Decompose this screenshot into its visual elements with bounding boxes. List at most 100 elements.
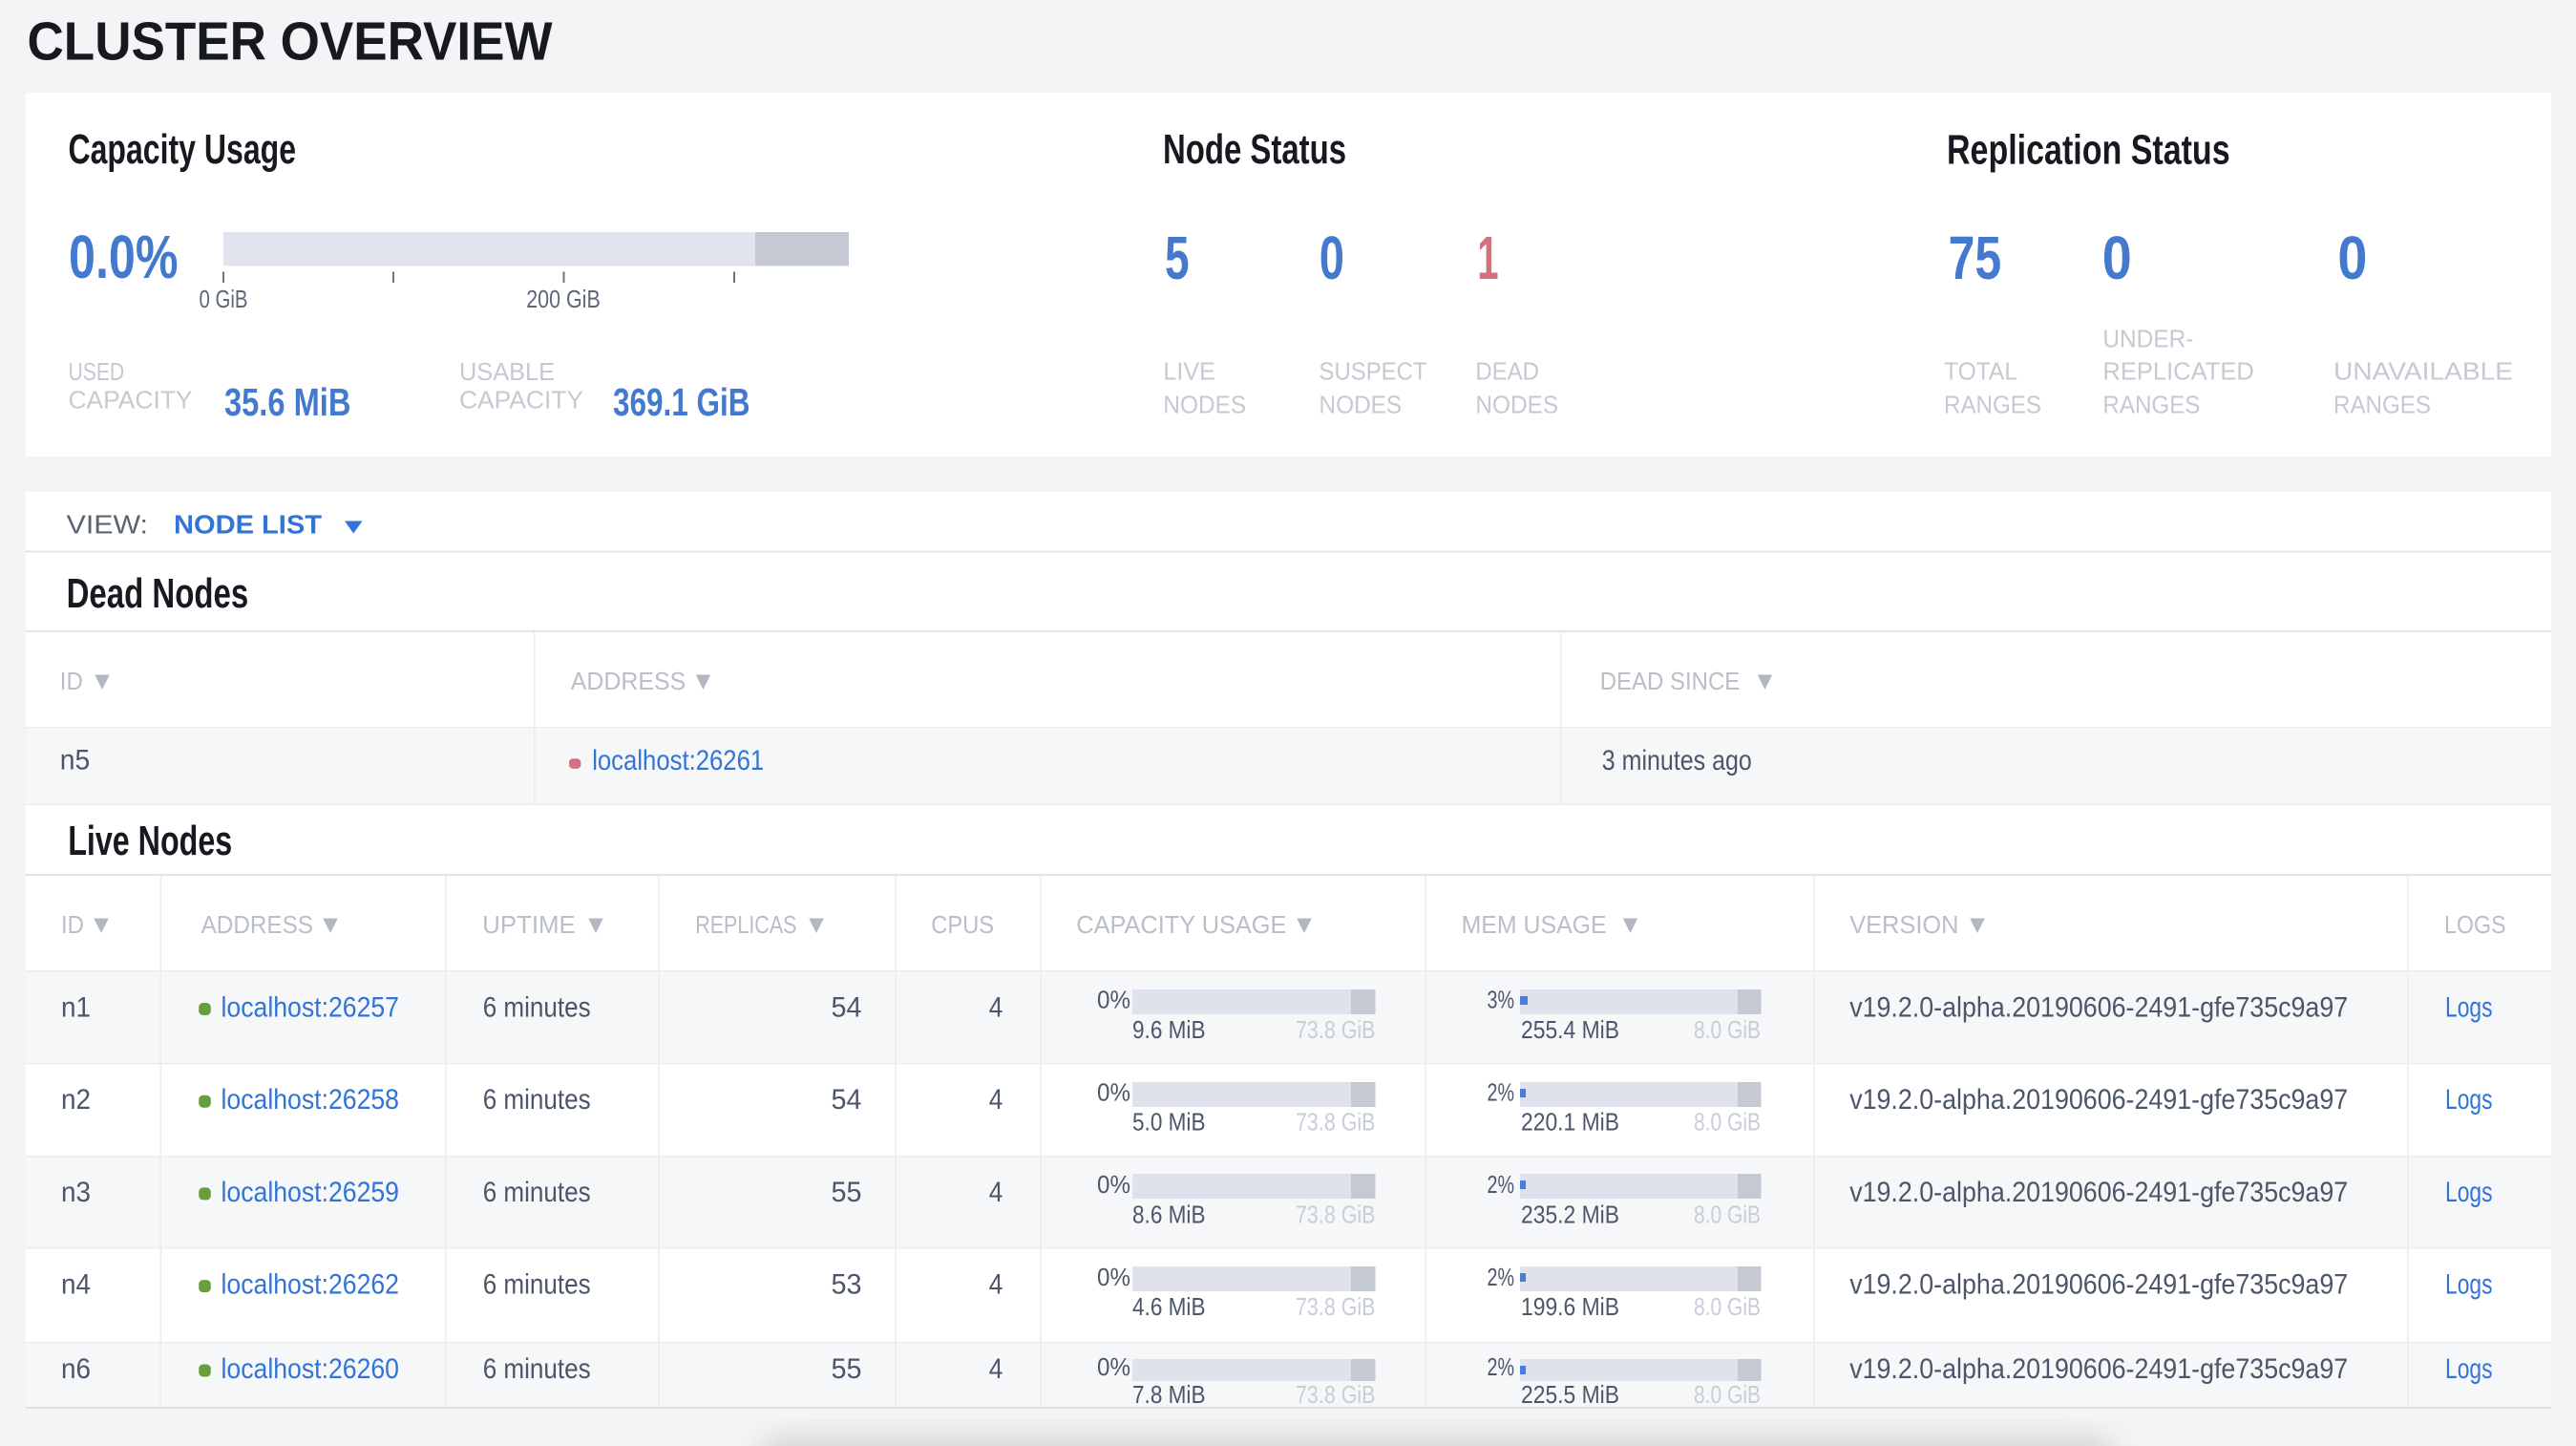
svg-text:n4: n4 bbox=[61, 1269, 91, 1301]
svg-text:54: 54 bbox=[832, 992, 862, 1024]
svg-text:NODE LIST: NODE LIST bbox=[174, 510, 322, 540]
svg-text:7.8 MiB: 7.8 MiB bbox=[1132, 1380, 1206, 1409]
svg-text:v19.2.0-alpha.20190606-2491-gf: v19.2.0-alpha.20190606-2491-gfe735c9a97 bbox=[1849, 1353, 2348, 1385]
svg-text:localhost:26258: localhost:26258 bbox=[222, 1084, 400, 1116]
svg-text:6 minutes: 6 minutes bbox=[483, 1269, 591, 1301]
svg-text:5.0 MiB: 5.0 MiB bbox=[1132, 1108, 1206, 1137]
svg-text:ADDRESS: ADDRESS bbox=[201, 910, 313, 939]
svg-text:55: 55 bbox=[832, 1177, 862, 1208]
svg-text:CAPACITY USAGE: CAPACITY USAGE bbox=[1076, 910, 1286, 939]
svg-text:VIEW:: VIEW: bbox=[67, 510, 148, 540]
svg-text:6 minutes: 6 minutes bbox=[483, 1084, 591, 1116]
svg-text:Logs: Logs bbox=[2445, 1177, 2493, 1208]
svg-text:0%: 0% bbox=[1097, 1170, 1130, 1199]
svg-text:LIVE: LIVE bbox=[1163, 356, 1215, 385]
svg-text:UNDER-: UNDER- bbox=[2102, 325, 2193, 353]
svg-text:VERSION: VERSION bbox=[1849, 910, 1958, 939]
svg-text:CAPACITY: CAPACITY bbox=[69, 386, 193, 415]
svg-text:0: 0 bbox=[2102, 223, 2132, 292]
svg-text:9.6 MiB: 9.6 MiB bbox=[1132, 1015, 1206, 1044]
svg-text:ID: ID bbox=[61, 910, 84, 939]
svg-text:35.6 MiB: 35.6 MiB bbox=[224, 380, 350, 424]
svg-text:MEM USAGE: MEM USAGE bbox=[1462, 910, 1607, 939]
svg-text:UPTIME: UPTIME bbox=[482, 910, 575, 939]
svg-text:localhost:26261: localhost:26261 bbox=[592, 745, 764, 776]
svg-text:v19.2.0-alpha.20190606-2491-gf: v19.2.0-alpha.20190606-2491-gfe735c9a97 bbox=[1849, 992, 2348, 1024]
svg-text:CLUSTER OVERVIEW: CLUSTER OVERVIEW bbox=[28, 11, 553, 73]
svg-text:0%: 0% bbox=[1097, 1077, 1130, 1106]
svg-text:TOTAL: TOTAL bbox=[1944, 356, 2017, 385]
svg-text:RANGES: RANGES bbox=[2102, 391, 2200, 419]
svg-text:Node Status: Node Status bbox=[1163, 126, 1346, 173]
svg-text:REPLICATED: REPLICATED bbox=[2102, 356, 2253, 385]
svg-text:4.6 MiB: 4.6 MiB bbox=[1132, 1292, 1206, 1321]
svg-text:3 minutes ago: 3 minutes ago bbox=[1602, 745, 1752, 776]
svg-text:n5: n5 bbox=[60, 745, 91, 776]
svg-text:0%: 0% bbox=[1097, 986, 1130, 1014]
svg-text:v19.2.0-alpha.20190606-2491-gf: v19.2.0-alpha.20190606-2491-gfe735c9a97 bbox=[1849, 1269, 2348, 1301]
svg-text:DEAD: DEAD bbox=[1475, 356, 1539, 385]
svg-text:n3: n3 bbox=[61, 1177, 91, 1208]
svg-text:0.0%: 0.0% bbox=[69, 223, 179, 291]
svg-text:73.8 GiB: 73.8 GiB bbox=[1296, 1015, 1376, 1044]
svg-text:53: 53 bbox=[832, 1269, 862, 1301]
svg-text:LOGS: LOGS bbox=[2444, 910, 2506, 939]
svg-text:ID: ID bbox=[60, 667, 83, 695]
svg-text:8.0 GiB: 8.0 GiB bbox=[1694, 1200, 1761, 1228]
svg-text:Dead Nodes: Dead Nodes bbox=[67, 570, 249, 617]
svg-text:200 GiB: 200 GiB bbox=[526, 285, 601, 313]
svg-text:3%: 3% bbox=[1488, 986, 1515, 1014]
svg-text:SUSPECT: SUSPECT bbox=[1320, 356, 1427, 385]
svg-text:2%: 2% bbox=[1488, 1170, 1515, 1199]
svg-text:n2: n2 bbox=[61, 1084, 91, 1116]
svg-text:0: 0 bbox=[2337, 223, 2367, 292]
svg-text:73.8 GiB: 73.8 GiB bbox=[1296, 1200, 1376, 1228]
svg-text:n6: n6 bbox=[61, 1353, 91, 1385]
svg-text:n1: n1 bbox=[61, 992, 91, 1024]
svg-text:6 minutes: 6 minutes bbox=[483, 992, 591, 1024]
svg-text:DEAD SINCE: DEAD SINCE bbox=[1600, 667, 1741, 695]
svg-text:55: 55 bbox=[832, 1353, 862, 1385]
svg-text:Logs: Logs bbox=[2445, 1353, 2493, 1385]
svg-text:UNAVAILABLE: UNAVAILABLE bbox=[2333, 356, 2513, 385]
svg-text:75: 75 bbox=[1949, 223, 2002, 292]
svg-text:Logs: Logs bbox=[2445, 1084, 2493, 1116]
svg-text:Logs: Logs bbox=[2445, 1269, 2493, 1301]
svg-text:localhost:26257: localhost:26257 bbox=[222, 992, 400, 1024]
svg-text:4: 4 bbox=[989, 992, 1003, 1024]
svg-text:CPUS: CPUS bbox=[931, 910, 994, 939]
svg-text:0%: 0% bbox=[1097, 1352, 1130, 1381]
svg-text:CAPACITY: CAPACITY bbox=[459, 386, 583, 415]
svg-text:4: 4 bbox=[989, 1269, 1003, 1301]
svg-text:8.6 MiB: 8.6 MiB bbox=[1132, 1200, 1206, 1228]
svg-text:8.0 GiB: 8.0 GiB bbox=[1694, 1108, 1761, 1137]
svg-text:Live Nodes: Live Nodes bbox=[68, 818, 232, 864]
svg-text:0 GiB: 0 GiB bbox=[200, 285, 248, 313]
svg-text:Replication Status: Replication Status bbox=[1947, 127, 2230, 174]
svg-text:v19.2.0-alpha.20190606-2491-gf: v19.2.0-alpha.20190606-2491-gfe735c9a97 bbox=[1849, 1177, 2348, 1208]
svg-text:255.4 MiB: 255.4 MiB bbox=[1521, 1015, 1619, 1044]
svg-text:199.6 MiB: 199.6 MiB bbox=[1521, 1292, 1619, 1321]
svg-text:Logs: Logs bbox=[2445, 992, 2493, 1024]
svg-text:4: 4 bbox=[989, 1177, 1003, 1208]
svg-text:8.0 GiB: 8.0 GiB bbox=[1694, 1015, 1761, 1044]
svg-text:NODES: NODES bbox=[1163, 391, 1246, 419]
svg-text:REPLICAS: REPLICAS bbox=[695, 910, 796, 939]
svg-text:73.8 GiB: 73.8 GiB bbox=[1296, 1292, 1376, 1321]
svg-text:5: 5 bbox=[1165, 223, 1190, 292]
svg-text:0: 0 bbox=[1320, 223, 1344, 292]
svg-text:6 minutes: 6 minutes bbox=[483, 1353, 591, 1385]
svg-text:8.0 GiB: 8.0 GiB bbox=[1694, 1380, 1761, 1409]
svg-text:2%: 2% bbox=[1488, 1352, 1515, 1381]
svg-text:54: 54 bbox=[832, 1084, 862, 1116]
svg-text:8.0 GiB: 8.0 GiB bbox=[1694, 1292, 1761, 1321]
svg-text:73.8 GiB: 73.8 GiB bbox=[1296, 1380, 1376, 1409]
svg-text:localhost:26260: localhost:26260 bbox=[222, 1353, 400, 1385]
svg-text:localhost:26262: localhost:26262 bbox=[222, 1269, 400, 1301]
svg-text:4: 4 bbox=[989, 1353, 1003, 1385]
svg-text:4: 4 bbox=[989, 1084, 1003, 1116]
svg-text:2%: 2% bbox=[1488, 1077, 1515, 1106]
svg-text:ADDRESS: ADDRESS bbox=[571, 667, 686, 695]
svg-text:RANGES: RANGES bbox=[1944, 391, 2041, 419]
svg-text:225.5 MiB: 225.5 MiB bbox=[1521, 1380, 1619, 1409]
